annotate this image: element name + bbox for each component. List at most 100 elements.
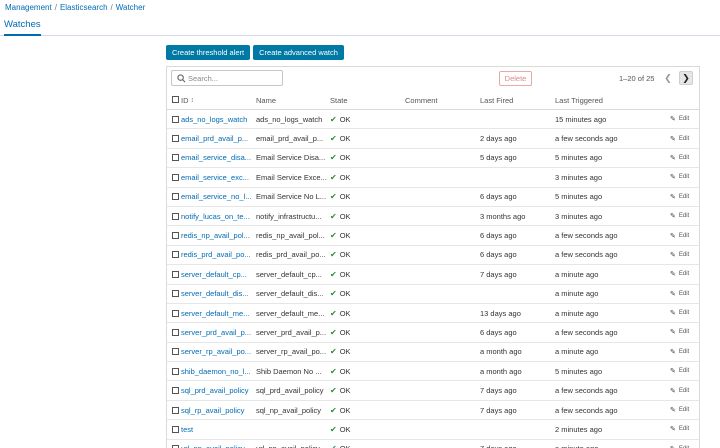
- table-row: server_default_cp... server_default_cp...…: [167, 265, 699, 285]
- row-checkbox[interactable]: [171, 348, 179, 356]
- watch-id-link[interactable]: url_np_avail_policy: [181, 440, 257, 448]
- edit-button[interactable]: ✎Edit: [670, 285, 698, 303]
- edit-button[interactable]: ✎Edit: [670, 188, 698, 206]
- row-checkbox[interactable]: [171, 251, 179, 259]
- watch-comment: [405, 110, 475, 128]
- watch-id-link[interactable]: email_service_no_l...: [181, 188, 257, 206]
- row-checkbox[interactable]: [171, 212, 179, 220]
- row-checkbox[interactable]: [171, 406, 179, 414]
- chevron-left-icon[interactable]: ❮: [661, 71, 675, 85]
- tab-bar: Watches: [0, 14, 720, 36]
- state-label: OK: [339, 134, 351, 144]
- watch-last-fired: 7 days ago: [480, 440, 550, 448]
- breadcrumb-watcher[interactable]: Watcher: [116, 3, 146, 12]
- breadcrumb-management[interactable]: Management: [5, 3, 52, 12]
- search-input[interactable]: [188, 72, 280, 84]
- row-checkbox[interactable]: [171, 193, 179, 201]
- edit-button[interactable]: ✎Edit: [670, 401, 698, 419]
- watch-id-link[interactable]: redis_prd_avail_po...: [181, 246, 257, 264]
- row-checkbox[interactable]: [171, 232, 179, 240]
- watch-id-link[interactable]: notify_lucas_on_te...: [181, 207, 257, 225]
- watch-state: ✔OK: [330, 401, 400, 419]
- edit-button[interactable]: ✎Edit: [670, 381, 698, 399]
- edit-button[interactable]: ✎Edit: [670, 265, 698, 283]
- watch-last-triggered: 5 minutes ago: [555, 366, 603, 376]
- watch-id-link[interactable]: server_default_cp...: [181, 265, 257, 283]
- watch-last-fired: [480, 110, 550, 128]
- watch-id-link[interactable]: server_rp_avail_po...: [181, 343, 257, 361]
- watch-id-link[interactable]: server_prd_avail_p...: [181, 323, 257, 341]
- watch-id-link[interactable]: email_prd_avail_p...: [181, 129, 257, 147]
- edit-label: Edit: [678, 368, 690, 375]
- watch-name: server_default_cp...: [256, 269, 322, 279]
- select-all-checkbox[interactable]: [171, 96, 179, 103]
- create-advanced-watch-button[interactable]: Create advanced watch: [253, 45, 344, 60]
- check-icon: ✔: [330, 250, 337, 260]
- watch-state: ✔OK: [330, 362, 400, 380]
- edit-button[interactable]: ✎Edit: [670, 110, 698, 128]
- pencil-icon: ✎: [670, 154, 676, 162]
- table-header-row: ID ↕ Name State Comment Last Fired Last T…: [167, 92, 699, 110]
- breadcrumb-elasticsearch[interactable]: Elasticsearch: [60, 3, 108, 12]
- chevron-right-icon[interactable]: ❯: [679, 71, 693, 85]
- state-label: OK: [339, 211, 351, 221]
- check-icon: ✔: [330, 153, 337, 163]
- watch-last-triggered: 5 minutes ago: [555, 153, 603, 163]
- watch-id-link[interactable]: email_service_exc...: [181, 168, 257, 186]
- watch-last-triggered: a minute ago: [555, 289, 599, 299]
- delete-button[interactable]: Delete: [499, 71, 532, 86]
- pagination-label: 1–20 of 25: [619, 74, 655, 83]
- watch-id-link[interactable]: ads_no_logs_watch: [181, 110, 257, 128]
- watch-id-link[interactable]: shib_daemon_no_l...: [181, 362, 257, 380]
- watch-name: sql_prd_avail_policy: [256, 386, 324, 396]
- row-checkbox[interactable]: [171, 328, 179, 336]
- tab-watches[interactable]: Watches: [4, 19, 41, 36]
- watch-state: ✔OK: [330, 265, 400, 283]
- watch-id-link[interactable]: server_default_me...: [181, 304, 257, 322]
- watch-last-triggered: a few seconds ago: [555, 327, 618, 337]
- edit-button[interactable]: ✎Edit: [670, 207, 698, 225]
- watch-name: Email Service No L...: [256, 192, 327, 202]
- watch-id-link[interactable]: sql_rp_avail_policy: [181, 401, 257, 419]
- row-checkbox[interactable]: [171, 154, 179, 162]
- row-checkbox[interactable]: [171, 367, 179, 375]
- column-header-id[interactable]: ID ↕: [181, 92, 257, 109]
- row-checkbox[interactable]: [171, 387, 179, 395]
- breadcrumb-separator: /: [110, 3, 113, 12]
- edit-button[interactable]: ✎Edit: [670, 440, 698, 448]
- table-row: shib_daemon_no_l... Shib Daemon No ... ✔ OK…: [167, 362, 699, 382]
- watch-name: [256, 420, 330, 438]
- watch-id-link[interactable]: email_service_disa...: [181, 149, 257, 167]
- column-header-last-triggered: Last Triggered: [555, 96, 603, 105]
- edit-button[interactable]: ✎Edit: [670, 149, 698, 167]
- state-label: OK: [339, 269, 351, 279]
- check-icon: ✔: [330, 327, 337, 337]
- edit-button[interactable]: ✎Edit: [670, 129, 698, 147]
- create-threshold-alert-button[interactable]: Create threshold alert: [166, 45, 251, 60]
- table-row: email_service_disa... Email Service Disa.…: [167, 149, 699, 169]
- edit-button[interactable]: ✎Edit: [670, 323, 698, 341]
- watch-id-link[interactable]: redis_np_avail_pol...: [181, 226, 257, 244]
- watch-id-link[interactable]: server_default_dis...: [181, 285, 257, 303]
- edit-button[interactable]: ✎Edit: [670, 304, 698, 322]
- edit-button[interactable]: ✎Edit: [670, 168, 698, 186]
- row-checkbox[interactable]: [171, 290, 179, 298]
- column-header-name: Name: [256, 96, 277, 105]
- edit-button[interactable]: ✎Edit: [670, 343, 698, 361]
- edit-button[interactable]: ✎Edit: [670, 246, 698, 264]
- state-label: OK: [339, 153, 351, 163]
- row-checkbox[interactable]: [171, 135, 179, 143]
- edit-button[interactable]: ✎Edit: [670, 226, 698, 244]
- watch-id-link[interactable]: sql_prd_avail_policy: [181, 381, 257, 399]
- watch-comment: [405, 420, 475, 438]
- search-box[interactable]: [171, 70, 283, 86]
- row-checkbox[interactable]: [171, 115, 179, 123]
- edit-button[interactable]: ✎Edit: [670, 420, 698, 438]
- watch-id-link[interactable]: test: [181, 420, 257, 438]
- edit-button[interactable]: ✎Edit: [670, 362, 698, 380]
- row-checkbox[interactable]: [171, 270, 179, 278]
- watch-last-fired: 7 days ago: [480, 269, 517, 279]
- row-checkbox[interactable]: [171, 425, 179, 433]
- row-checkbox[interactable]: [171, 173, 179, 181]
- row-checkbox[interactable]: [171, 309, 179, 317]
